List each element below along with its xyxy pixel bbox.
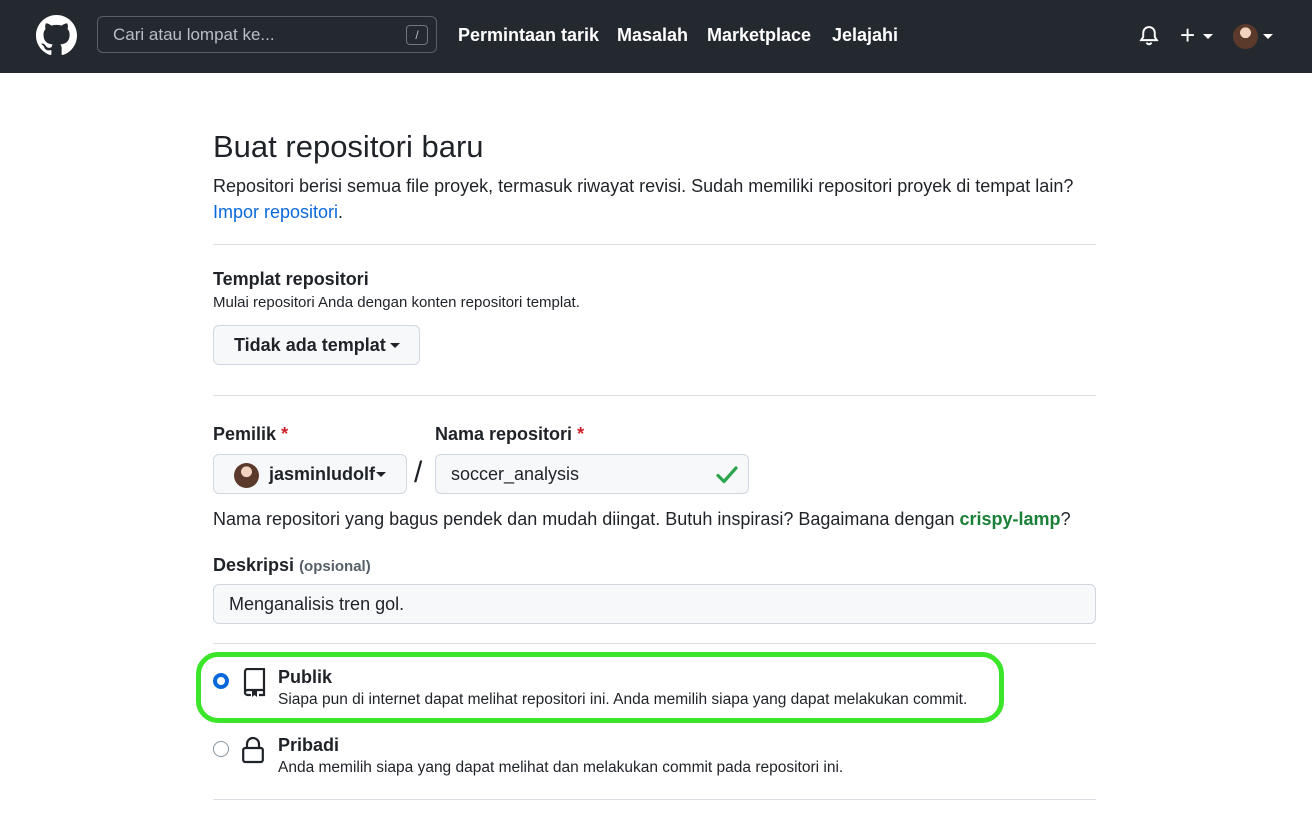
description-input[interactable]: Menganalisis tren gol.	[213, 584, 1096, 624]
description-label-text: Deskripsi	[213, 555, 295, 575]
nav-pull-requests[interactable]: Permintaan tarik	[458, 25, 599, 46]
owner-name: jasminludolf	[269, 464, 376, 484]
hint-text: Nama repositori yang bagus pendek dan mu…	[213, 509, 955, 529]
private-radio[interactable]	[213, 741, 229, 757]
intro-suffix: .	[338, 202, 344, 222]
import-repository-link[interactable]: Impor repositori	[213, 202, 338, 222]
description-label: Deskripsi (opsional)	[213, 555, 371, 576]
owner-avatar	[234, 463, 259, 488]
template-section-subtitle: Mulai repositori Anda dengan konten repo…	[213, 294, 580, 311]
divider	[213, 244, 1096, 245]
lock-icon	[242, 736, 264, 764]
github-logo-icon[interactable]	[36, 15, 77, 56]
search-placeholder: Cari atau lompat ke...	[113, 25, 275, 44]
nav-marketplace[interactable]: Marketplace	[707, 25, 811, 46]
required-asterisk: *	[577, 424, 585, 444]
template-dropdown-button[interactable]: Tidak ada templat	[213, 325, 420, 365]
highlight-annotation	[196, 652, 1004, 723]
hint-suffix: ?	[1060, 509, 1071, 529]
nav-issues[interactable]: Masalah	[617, 25, 688, 46]
template-dropdown-label: Tidak ada templat	[234, 335, 386, 355]
divider	[213, 643, 1096, 644]
page-intro: Repositori berisi semua file proyek, ter…	[213, 173, 1073, 225]
divider	[213, 799, 1096, 800]
owner-label-text: Pemilik	[213, 424, 277, 444]
required-asterisk: *	[281, 424, 289, 444]
create-new-caret-icon[interactable]	[1203, 34, 1213, 39]
template-section-title: Templat repositori	[213, 269, 369, 289]
notification-bell-icon[interactable]	[1138, 24, 1160, 48]
description-value: Menganalisis tren gol.	[229, 594, 405, 614]
intro-text: Repositori berisi semua file proyek, ter…	[213, 176, 1074, 196]
repo-name-value: soccer_analysis	[451, 464, 580, 484]
repo-name-label: Nama repositori *	[435, 424, 584, 445]
private-option-title[interactable]: Pribadi	[278, 735, 339, 756]
nav-explore[interactable]: Jelajahi	[832, 25, 898, 46]
user-menu-caret-icon[interactable]	[1263, 34, 1273, 39]
owner-label: Pemilik *	[213, 424, 288, 445]
page-title: Buat repositori baru	[213, 129, 484, 164]
check-icon	[716, 466, 738, 484]
create-new-plus-icon[interactable]: +	[1180, 20, 1195, 50]
owner-repo-separator: /	[414, 456, 423, 489]
top-navigation-bar: Cari atau lompat ke... / Permintaan tari…	[0, 0, 1312, 73]
chevron-down-icon	[376, 472, 386, 477]
chevron-down-icon	[390, 343, 400, 348]
suggestion-link[interactable]: crispy-lamp	[960, 509, 1061, 529]
repo-name-input[interactable]: soccer_analysis	[435, 454, 749, 494]
divider	[213, 395, 1096, 396]
optional-tag: (opsional)	[299, 558, 371, 575]
repo-name-label-text: Nama repositori	[435, 424, 573, 444]
repo-name-hint: Nama repositori yang bagus pendek dan mu…	[213, 509, 1071, 530]
search-input[interactable]: Cari atau lompat ke... /	[97, 16, 437, 53]
owner-dropdown-button[interactable]: jasminludolf	[213, 454, 407, 494]
slash-shortcut-badge: /	[406, 25, 428, 45]
private-option-description: Anda memilih siapa yang dapat melihat da…	[278, 759, 844, 776]
user-avatar[interactable]	[1233, 24, 1258, 49]
